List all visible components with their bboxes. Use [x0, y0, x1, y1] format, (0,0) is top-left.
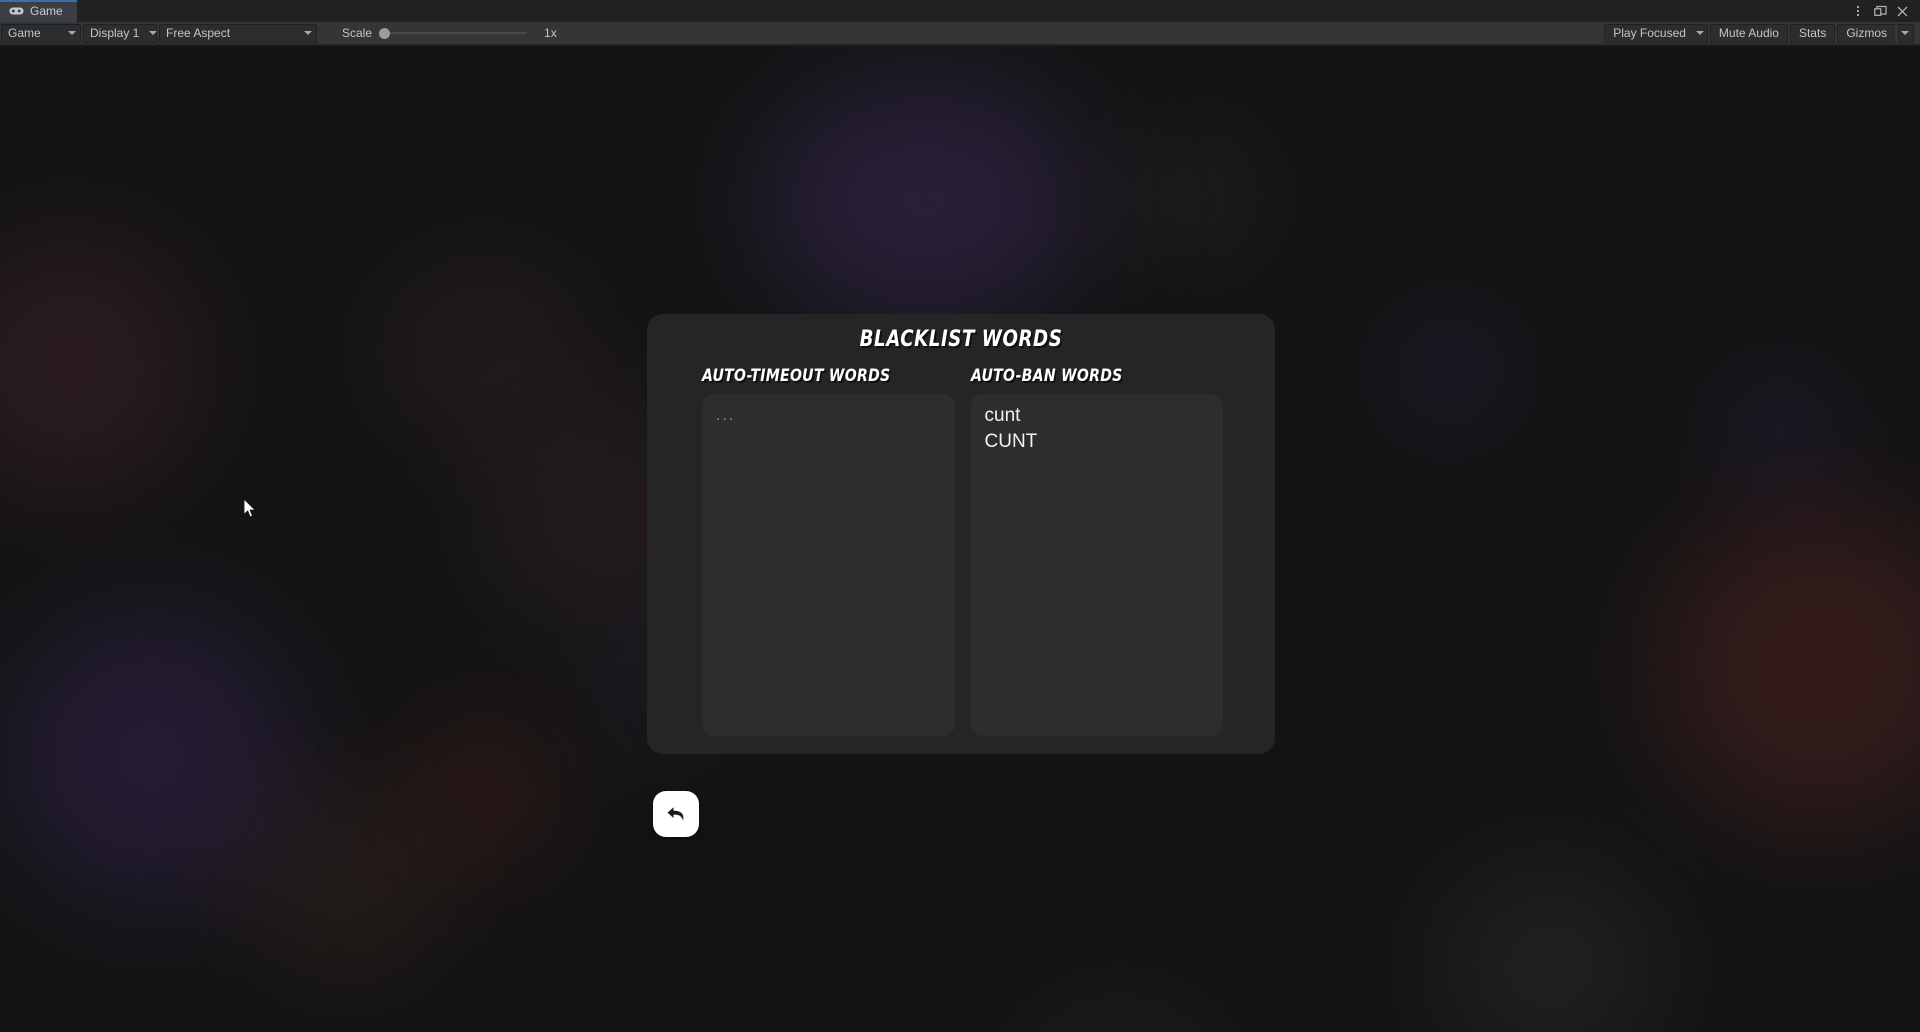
scale-slider[interactable]: [379, 26, 528, 40]
background-glow-blob: [0, 606, 300, 906]
blacklist-words-panel: BLACKLIST WORDS AUTO-TIMEOUT WORDS ... A…: [647, 314, 1275, 754]
maximize-icon[interactable]: [1870, 0, 1890, 22]
list-item[interactable]: CUNT: [985, 429, 1210, 455]
close-icon[interactable]: [1892, 0, 1912, 22]
page-title: BLACKLIST WORDS: [859, 327, 1063, 352]
chevron-down-icon: [1695, 31, 1704, 35]
display-label: Display 1: [90, 25, 140, 40]
view-mode-dropdown[interactable]: Game: [1, 23, 81, 43]
auto-timeout-column: AUTO-TIMEOUT WORDS ...: [647, 366, 961, 754]
auto-ban-heading: AUTO-BAN WORDS: [970, 366, 1123, 386]
auto-timeout-word-list[interactable]: ...: [702, 394, 955, 736]
background-glow-blob: [1660, 506, 1920, 826]
background-glow-blob: [1745, 396, 1815, 466]
toolbar-right-group: Play Focused Mute Audio Stats Gizmos: [1603, 22, 1920, 45]
list-item[interactable]: cunt: [985, 403, 1210, 429]
background-glow-blob: [1440, 866, 1660, 1032]
stats-button[interactable]: Stats: [1789, 23, 1836, 43]
aspect-ratio-dropdown[interactable]: Free Aspect: [159, 23, 317, 43]
background-glow-blob: [1140, 141, 1250, 251]
scale-control: Scale 1x: [336, 24, 563, 43]
background-glow-blob: [0, 236, 200, 496]
scale-label: Scale: [342, 26, 373, 40]
game-view-toolbar: Game Display 1 Free Aspect Scale 1x Play…: [0, 22, 1920, 45]
auto-ban-word-list[interactable]: cunt CUNT: [970, 394, 1223, 736]
tab-game[interactable]: Game: [0, 0, 77, 22]
scale-value-label: 1x: [544, 26, 557, 40]
more-options-icon[interactable]: [1848, 0, 1868, 22]
scale-slider-handle[interactable]: [379, 27, 391, 39]
mouse-cursor: [243, 498, 256, 518]
background-glow-blob: [1020, 1006, 1220, 1032]
background-glow-blob: [420, 726, 550, 856]
blacklist-columns: AUTO-TIMEOUT WORDS ... AUTO-BAN WORDS cu…: [647, 366, 1275, 754]
background-glow-blob: [1415, 336, 1485, 406]
auto-timeout-heading: AUTO-TIMEOUT WORDS: [702, 366, 891, 386]
gizmos-dropdown-toggle[interactable]: [1896, 23, 1914, 43]
auto-ban-column: AUTO-BAN WORDS cunt CUNT: [961, 366, 1276, 754]
unity-editor-window: Game Game Display 1 Free Aspect Scale 1x…: [0, 0, 1920, 1032]
scale-slider-track: [385, 32, 528, 34]
mute-audio-label: Mute Audio: [1718, 25, 1779, 40]
aspect-ratio-label: Free Aspect: [166, 25, 231, 40]
stats-label: Stats: [1798, 25, 1827, 40]
tab-game-label: Game: [30, 4, 63, 18]
chevron-down-icon: [304, 31, 312, 35]
list-item[interactable]: ...: [716, 403, 941, 429]
chevron-down-icon: [68, 31, 76, 35]
display-dropdown[interactable]: Display 1: [83, 23, 158, 43]
tab-strip-empty-area: [76, 0, 1848, 22]
gizmos-label: Gizmos: [1846, 25, 1887, 40]
mute-audio-button[interactable]: Mute Audio: [1709, 23, 1788, 43]
view-mode-label: Game: [8, 25, 41, 40]
gizmos-button[interactable]: Gizmos: [1837, 23, 1895, 43]
tab-strip: Game: [0, 0, 1920, 22]
play-focused-label: Play Focused: [1613, 25, 1686, 40]
back-arrow-icon: [667, 807, 684, 821]
game-viewport[interactable]: BLACKLIST WORDS AUTO-TIMEOUT WORDS ... A…: [0, 46, 1920, 1032]
play-focused-dropdown[interactable]: Play Focused: [1604, 23, 1708, 43]
gamepad-icon: [9, 6, 24, 16]
background-glow-blob: [380, 261, 590, 441]
background-glow-blob: [760, 76, 1090, 326]
chevron-down-icon: [1901, 31, 1909, 35]
back-button[interactable]: [653, 791, 699, 837]
chevron-down-icon: [149, 31, 158, 35]
background-glow-blob: [245, 791, 445, 971]
window-controls: [1848, 0, 1920, 22]
